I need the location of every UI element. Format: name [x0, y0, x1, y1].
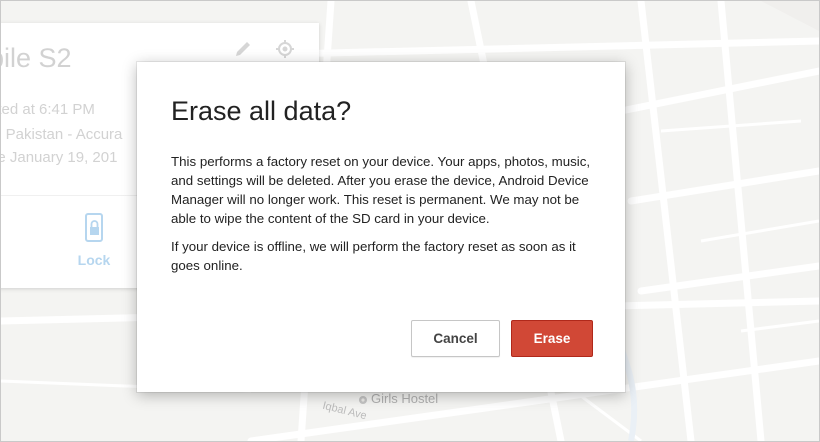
- pencil-icon[interactable]: [233, 39, 253, 64]
- lock-label: Lock: [77, 252, 111, 268]
- dialog-title: Erase all data?: [171, 96, 352, 126]
- lock-button[interactable]: Lock: [59, 213, 129, 268]
- cancel-button[interactable]: Cancel: [411, 320, 500, 357]
- last-online-text: ne January 19, 201: [0, 149, 118, 166]
- dialog-body: This performs a factory reset on your de…: [171, 152, 601, 284]
- erase-dialog: Erase all data? This performs a factory …: [137, 62, 625, 392]
- map-poi-label: Girls Hostel: [371, 391, 439, 406]
- device-name: bile S2: [1, 43, 72, 73]
- erase-button[interactable]: Erase: [511, 320, 593, 357]
- dialog-offline-note: If your device is offline, we will perfo…: [171, 239, 576, 273]
- last-located-text: ated at 6:41 PM: [1, 101, 95, 118]
- phone-lock-icon: [82, 213, 106, 247]
- crosshair-icon[interactable]: [275, 39, 295, 64]
- app-window: bile S2 ated at 6:41 PM e, Pakistan - Ac…: [0, 0, 820, 442]
- location-text: e, Pakistan - Accura: [0, 126, 123, 143]
- dialog-message: This performs a factory reset on your de…: [171, 154, 591, 226]
